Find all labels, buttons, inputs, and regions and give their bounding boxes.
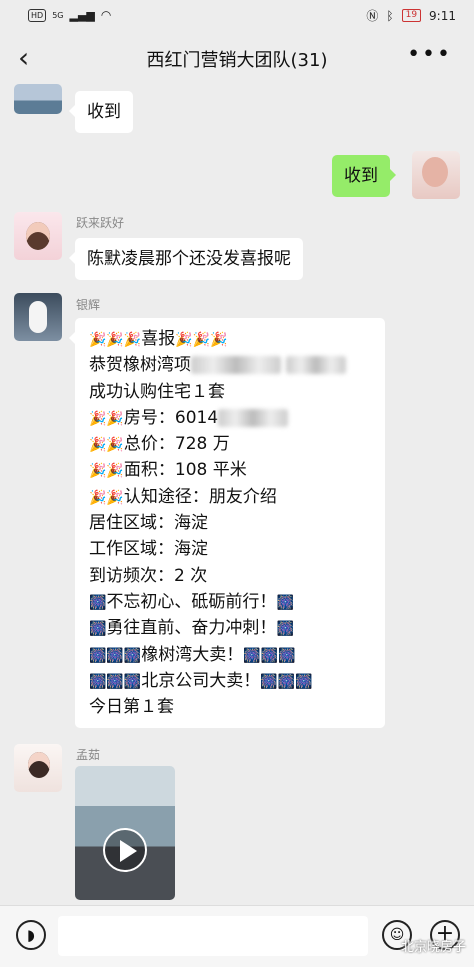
- hd-badge: HD: [28, 8, 47, 22]
- report-line: 居住区域：海淀: [89, 513, 208, 534]
- message-bubble[interactable]: 陈默凌晨那个还没发喜报呢: [69, 238, 303, 280]
- party-popper-icon: 🎉🎉: [89, 410, 124, 427]
- my-avatar[interactable]: [412, 151, 460, 199]
- signal-icon: ▂▄▆: [69, 8, 95, 22]
- signal-group: HD 5G ▂▄▆ ◠: [28, 8, 111, 22]
- report-line: 工作区域：海淀: [89, 539, 208, 560]
- report-line: 🎆勇往直前、奋力冲刺！🎆: [89, 618, 294, 639]
- avatar[interactable]: [14, 212, 62, 260]
- report-line: 🎉🎉认知途径：朋友介绍: [89, 486, 277, 507]
- report-line: 🎆🎆🎆橡树湾大卖！🎆🎆🎆: [89, 644, 296, 665]
- fireworks-icon: 🎆🎆🎆: [260, 673, 313, 690]
- watermark: 北京晓房子: [400, 940, 466, 955]
- report-line: 到访频次：2 次: [89, 565, 208, 586]
- avatar[interactable]: [14, 744, 62, 792]
- report-line: 🎆🎆🎆北京公司大卖！🎆🎆🎆: [89, 670, 313, 691]
- report-line: 🎉🎉房号：6014: [89, 405, 371, 431]
- party-popper-icon: 🎉🎉🎉: [175, 332, 228, 348]
- wifi-icon: ◠: [100, 8, 112, 22]
- report-line: 恭贺橡树湾项: [89, 352, 371, 378]
- network-badge: 5G: [52, 10, 64, 20]
- party-popper-icon: 🎉🎉: [89, 463, 124, 480]
- play-icon[interactable]: [103, 828, 147, 872]
- report-line: 🎉🎉面积：108 平米: [89, 460, 247, 481]
- party-popper-icon: 🎉🎉: [89, 489, 124, 506]
- bluetooth-icon: ᛒ: [386, 8, 394, 23]
- sender-name: 孟茹: [76, 748, 101, 762]
- fireworks-icon: 🎆🎆🎆: [243, 647, 296, 664]
- voice-icon[interactable]: ◗: [16, 920, 46, 950]
- status-right: Ⓝ ᛒ 19 9:11: [366, 7, 456, 24]
- more-dots-icon[interactable]: •••: [407, 42, 452, 67]
- chat-title: 西红门营销大团队(31): [146, 50, 328, 71]
- report-line: 今日第１套: [89, 697, 174, 718]
- blurred-text: [286, 356, 347, 375]
- sender-name: 跃来跃好: [76, 216, 125, 230]
- blurred-text: [191, 356, 281, 375]
- party-popper-icon: 🎉🎉🎉: [89, 332, 142, 348]
- report-message-bubble[interactable]: 🎉🎉🎉喜报🎉🎉🎉 恭贺橡树湾项 成功认购住宅１套 🎉🎉房号：6014 🎉🎉总价：…: [69, 318, 385, 729]
- report-line: 🎉🎉🎉喜报🎉🎉🎉: [89, 329, 228, 349]
- party-popper-icon: 🎉🎉: [89, 437, 124, 454]
- chat-header: ‹ 西红门营销大团队(31) •••: [0, 30, 474, 86]
- fireworks-icon: 🎆: [276, 621, 294, 638]
- clock: 9:11: [429, 8, 456, 23]
- my-message-bubble[interactable]: 收到: [332, 155, 396, 197]
- avatar[interactable]: [14, 293, 62, 341]
- report-line: 成功认购住宅１套: [89, 381, 225, 402]
- nfc-icon: Ⓝ: [366, 9, 379, 23]
- message-bubble[interactable]: 收到: [69, 91, 133, 133]
- fireworks-icon: 🎆: [89, 621, 107, 638]
- fireworks-icon: 🎆🎆🎆: [89, 647, 142, 664]
- fireworks-icon: 🎆: [89, 594, 107, 611]
- avatar[interactable]: [14, 84, 62, 114]
- message-input[interactable]: [58, 916, 368, 956]
- video-message[interactable]: [75, 766, 175, 900]
- report-line: 🎆不忘初心、砥砺前行！🎆: [89, 591, 294, 612]
- blurred-text: [218, 408, 289, 427]
- battery-icon: 19: [401, 9, 422, 22]
- fireworks-icon: 🎆🎆🎆: [89, 673, 142, 690]
- sender-name: 银辉: [76, 298, 101, 312]
- report-line: 🎉🎉总价：728 万: [89, 434, 230, 455]
- status-bar: HD 5G ▂▄▆ ◠ Ⓝ ᛒ 19 9:11: [0, 0, 474, 30]
- fireworks-icon: 🎆: [276, 594, 294, 611]
